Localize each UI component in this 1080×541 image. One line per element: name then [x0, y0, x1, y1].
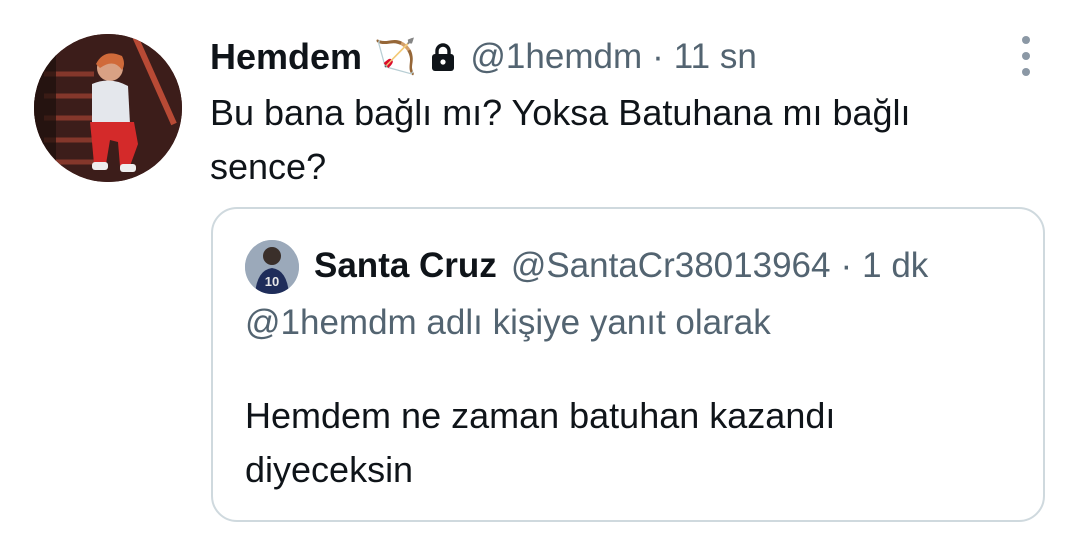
quoted-tweet[interactable]: 10 Santa Cruz @SantaCr38013964 · 1 dk @1…	[211, 207, 1045, 522]
separator-dot: ·	[840, 246, 853, 285]
more-vertical-icon[interactable]	[1012, 36, 1040, 76]
tweet[interactable]: Hemdem 🏹 @1hemdm · 11 sn Bu bana bağlı m…	[0, 0, 1080, 541]
lock-icon	[430, 42, 456, 72]
quoted-author-name: Santa Cruz	[314, 246, 497, 285]
quoted-tweet-text: Hemdem ne zaman batuhan kazandı diyeceks…	[245, 395, 836, 490]
author-avatar[interactable]	[34, 34, 182, 182]
author-name[interactable]: Hemdem	[210, 36, 362, 78]
bow-and-arrow-icon: 🏹	[374, 38, 417, 76]
quoted-author-handle: @SantaCr38013964	[510, 246, 831, 285]
quoted-author-avatar: 10	[245, 240, 299, 294]
quoted-tweet-header: Santa Cruz @SantaCr38013964 · 1 dk	[314, 239, 928, 293]
avatar-image	[34, 34, 182, 182]
separator-dot: ·	[652, 37, 664, 76]
quoted-avatar-image: 10	[245, 240, 299, 294]
author-handle[interactable]: @1hemdm	[470, 37, 642, 77]
reply-context: @1hemdm adlı kişiye yanıt olarak	[245, 303, 771, 342]
tweet-text: Bu bana bağlı mı? Yoksa Batuhana mı bağl…	[210, 92, 911, 187]
svg-text:10: 10	[265, 274, 279, 289]
quoted-tweet-timestamp: 1 dk	[862, 246, 929, 285]
tweet-header: Hemdem 🏹 @1hemdm · 11 sn	[210, 32, 757, 82]
tweet-timestamp[interactable]: 11 sn	[674, 37, 757, 77]
